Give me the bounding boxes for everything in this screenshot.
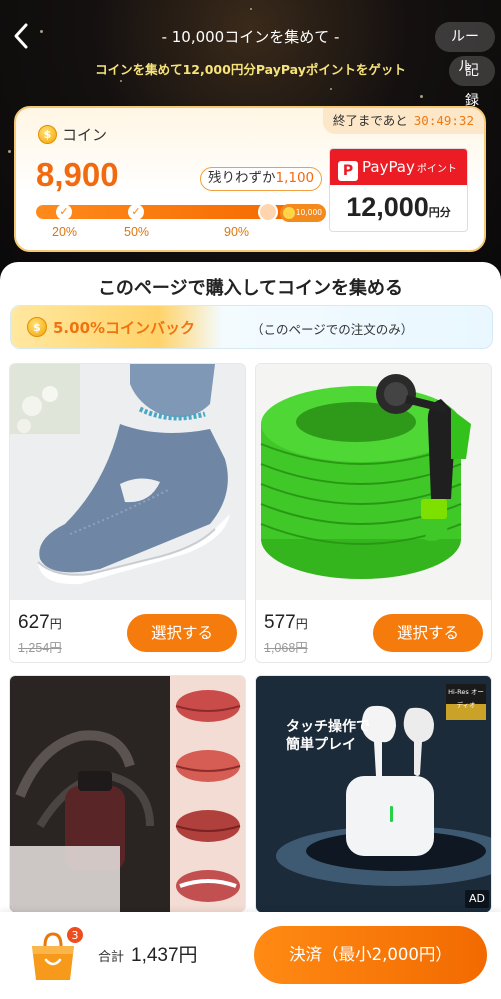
page-title: - 10,000コインを集めて -: [161, 28, 340, 46]
product-card[interactable]: [9, 675, 246, 912]
product-image[interactable]: [10, 676, 245, 912]
image-caption: タッチ操作で簡単プレイ: [286, 719, 370, 753]
total-value: 1,437円: [131, 945, 198, 966]
coin-balance: 8,900: [36, 156, 119, 193]
product-image[interactable]: [256, 364, 491, 600]
paypay-suffix: ポイント: [416, 164, 457, 175]
section-title: このページで購入してコインを集める: [97, 278, 404, 299]
ad-badge: AD: [465, 890, 489, 908]
countdown-label: 終了まであと: [332, 113, 408, 128]
page-subtitle: コインを集めて12,000円分PayPayポイントをゲット: [95, 62, 406, 77]
product-card[interactable]: 577円 1,068円 選択する: [255, 363, 492, 663]
checkout-button[interactable]: 決済（最小2,000円）: [254, 926, 487, 984]
countdown: 終了まであと 30:49:32: [322, 108, 484, 134]
paypay-reward: P PayPay ポイント 12,000円分: [329, 148, 468, 232]
progress-knob: [258, 202, 278, 222]
milestone-check-icon: ✓: [128, 204, 144, 220]
goal-value: 10,000: [295, 208, 322, 217]
cashback-rate: 5.00%コインバック: [53, 319, 196, 337]
product-price: 627円: [18, 612, 62, 634]
countdown-timer: 30:49:32: [413, 113, 474, 128]
progress-bar-fill: [36, 205, 295, 219]
remaining-label: 残りわずか: [208, 170, 276, 186]
price-currency: 円: [49, 617, 62, 631]
paypay-logo-icon: P: [338, 161, 358, 181]
total-label: 合計: [98, 950, 125, 965]
remaining-value: 1,100: [275, 170, 315, 186]
paypay-amount-row: 12,000円分: [330, 185, 467, 231]
coin-label: コイン: [62, 126, 108, 144]
coin-progress-card: 終了まであと 30:49:32 $ コイン 8,900 残りわずか1,100 ✓ …: [14, 106, 486, 252]
history-button[interactable]: 記録: [449, 56, 495, 109]
cashback-note: （このページでの注文のみ）: [251, 322, 414, 337]
price-value: 577: [264, 612, 296, 633]
paypay-brand: PayPay: [362, 158, 415, 176]
product-image[interactable]: タッチ操作で簡単プレイ Hi-Res オーディオ AD: [256, 676, 491, 912]
price-value: 627: [18, 612, 50, 633]
product-card[interactable]: 627円 1,254円 選択する: [9, 363, 246, 663]
select-button[interactable]: 選択する: [373, 614, 483, 652]
cart-count-badge: 3: [66, 926, 84, 944]
price-currency: 円: [295, 617, 308, 631]
cashback-banner: $ 5.00%コインバック （このページでの注文のみ）: [10, 305, 493, 349]
select-button[interactable]: 選択する: [127, 614, 237, 652]
rules-button[interactable]: ルール: [435, 22, 495, 75]
remaining-badge: 残りわずか1,100: [200, 167, 323, 191]
original-price: 1,254円: [18, 641, 62, 655]
paypay-amount: 12,000: [346, 192, 429, 222]
checkout-bar: 3 合計 1,437円 決済（最小2,000円）: [0, 912, 501, 999]
milestone-label: 20%: [52, 225, 78, 239]
paypay-unit: 円分: [428, 207, 451, 219]
goal-coin-badge: 10,000: [280, 204, 326, 222]
product-image[interactable]: [10, 364, 245, 600]
coin-icon: $: [27, 317, 47, 337]
paypay-header: P PayPay ポイント: [330, 149, 467, 185]
milestone-label: 50%: [124, 225, 150, 239]
milestone-label: 90%: [224, 225, 250, 239]
product-price: 577円: [264, 612, 308, 634]
coin-icon: $: [38, 125, 57, 144]
original-price: 1,068円: [264, 641, 308, 655]
hi-res-badge: Hi-Res オーディオ: [448, 688, 484, 709]
milestone-check-icon: ✓: [56, 204, 72, 220]
product-card[interactable]: タッチ操作で簡単プレイ Hi-Res オーディオ AD: [255, 675, 492, 912]
coin-icon: [283, 207, 295, 219]
